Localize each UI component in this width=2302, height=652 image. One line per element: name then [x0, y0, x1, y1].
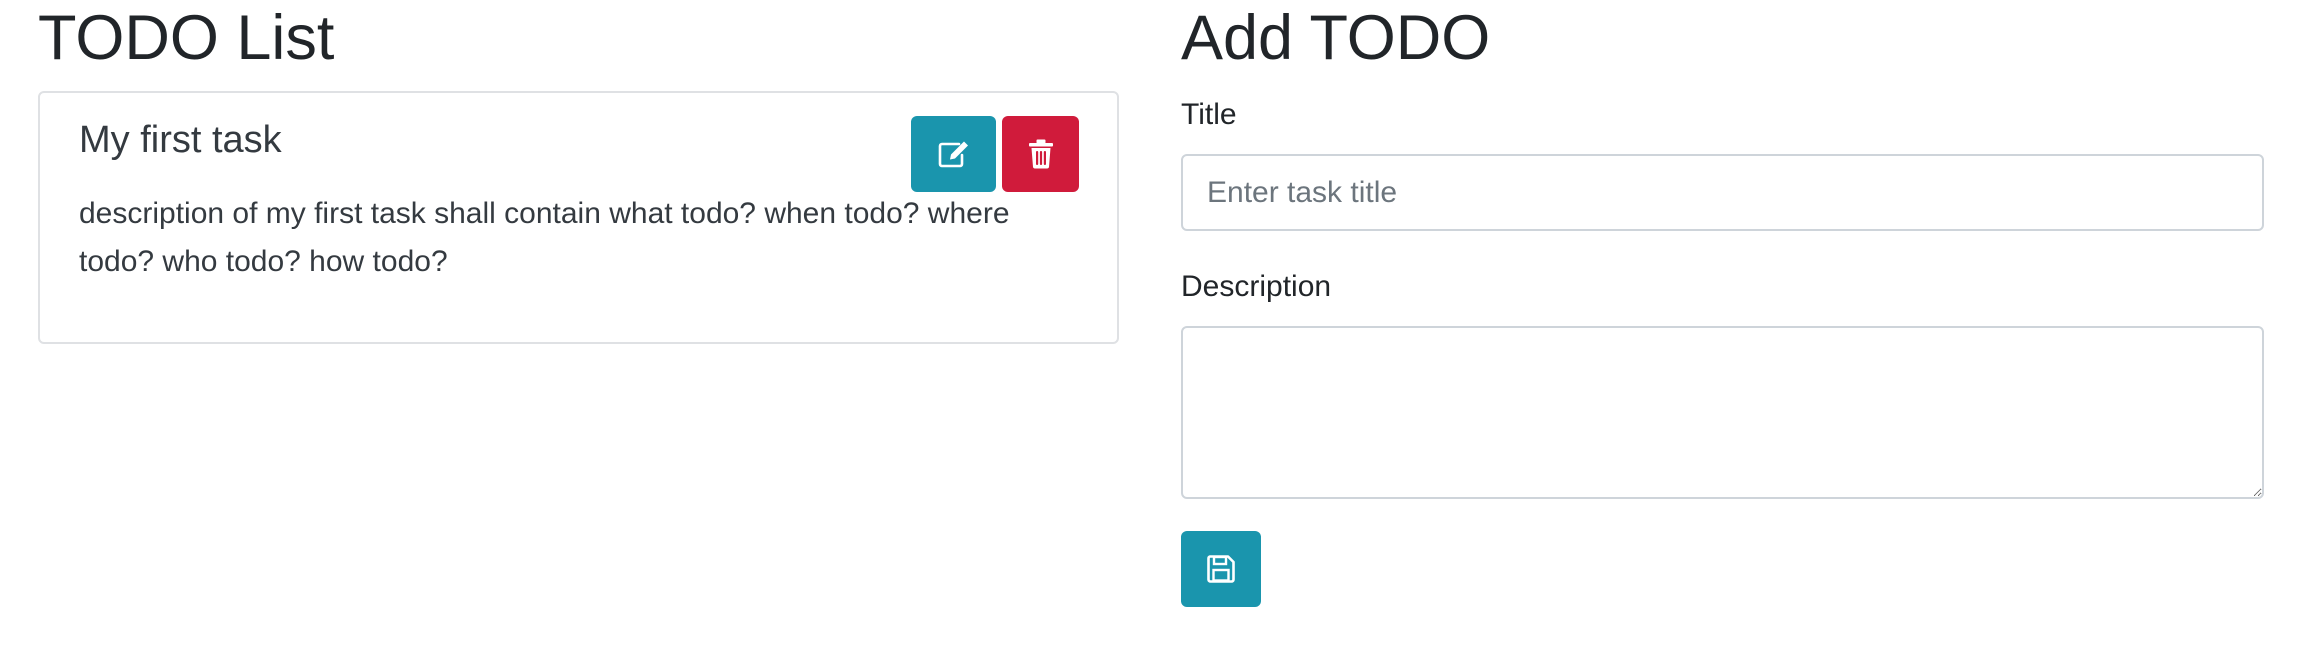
description-label: Description [1181, 270, 1332, 303]
trash-icon [1028, 139, 1054, 169]
delete-task-button[interactable] [1002, 116, 1079, 192]
save-icon [1207, 555, 1235, 583]
title-label: Title [1181, 98, 1237, 131]
add-todo-heading: Add TODO [1181, 3, 1491, 73]
todo-card-title: My first task [79, 119, 282, 161]
save-task-button[interactable] [1181, 531, 1261, 607]
edit-task-button[interactable] [911, 116, 996, 192]
page: TODO List My first task description of m… [0, 0, 2302, 652]
description-textarea[interactable] [1181, 326, 2264, 499]
todo-card-description: description of my first task shall conta… [79, 197, 1010, 278]
title-input[interactable] [1181, 154, 2264, 231]
add-todo-section: Add TODO Title Description [1181, 0, 2264, 607]
todo-list-heading: TODO List [38, 3, 335, 73]
edit-icon [937, 139, 971, 169]
todo-list-section: TODO List My first task description of m… [38, 0, 1121, 344]
